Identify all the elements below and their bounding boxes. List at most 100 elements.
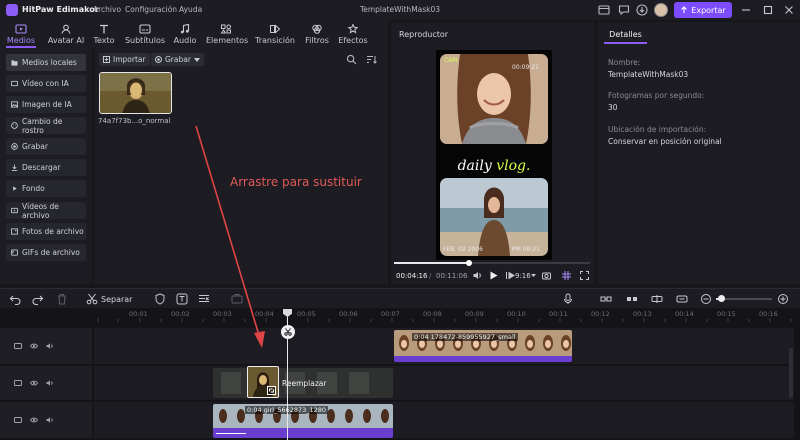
record-dropdown[interactable]: Grabar — [151, 53, 204, 66]
tab-subtitulos[interactable]: Subtítulos — [124, 23, 166, 47]
timeline[interactable]: 00:01 00:02 00:03 00:04 00:05 00:06 00:0… — [0, 308, 800, 440]
tab-texto[interactable]: Texto — [91, 23, 117, 47]
scrubber-progress — [394, 262, 470, 264]
tab-label: Elementos — [206, 36, 249, 45]
sidebar-item-label: Vídeo con IA — [22, 79, 69, 88]
maximize-icon[interactable] — [762, 4, 774, 16]
sidebar-item-gifs-archivo[interactable]: GIFs de archivo — [6, 244, 86, 261]
user-avatar[interactable] — [654, 3, 668, 17]
eye-icon[interactable] — [30, 379, 38, 387]
image-icon — [11, 101, 18, 108]
eye-icon[interactable] — [30, 416, 38, 424]
beach-woman-image — [440, 178, 548, 256]
sidebar-item-videos-archivo[interactable]: Vídeos de archivo — [6, 202, 86, 220]
import-label: Importar — [113, 55, 146, 64]
effects-icon — [347, 24, 359, 34]
video-clip[interactable]: 0:04 178472-859955927_small — [394, 330, 572, 362]
sidebar-item-descargar[interactable]: Descargar — [6, 159, 86, 176]
speaker-icon[interactable] — [46, 416, 54, 424]
redo-icon[interactable] — [32, 293, 44, 305]
microphone-icon[interactable] — [562, 293, 574, 305]
play-icon[interactable] — [489, 271, 498, 280]
speaker-icon[interactable] — [46, 342, 54, 350]
title-bar: HitPaw Edimakor Archivo Configuración Ay… — [0, 0, 800, 20]
import-location-label: Ubicación de importación: — [608, 125, 707, 134]
download-icon[interactable] — [636, 4, 648, 16]
window-icon[interactable] — [598, 4, 610, 16]
tab-avatar-ai[interactable]: Avatar AI — [46, 23, 86, 47]
snapshot-icon[interactable] — [542, 271, 551, 280]
fit-icon[interactable] — [676, 293, 688, 305]
avatar-icon — [60, 24, 72, 34]
import-button[interactable]: Importar — [99, 53, 150, 66]
close-icon[interactable] — [783, 4, 795, 16]
export-button[interactable]: Exportar — [674, 2, 732, 18]
aspect-ratio-select[interactable]: 9:16 — [515, 272, 531, 280]
sidebar-item-grabar[interactable]: Grabar — [6, 138, 86, 155]
scrubber-handle[interactable] — [466, 260, 473, 266]
undo-icon[interactable] — [9, 293, 21, 305]
link-icon[interactable] — [600, 293, 612, 305]
scissors-icon[interactable] — [86, 293, 98, 305]
dragged-thumbnail[interactable] — [247, 366, 279, 398]
ruler-tick: 00:12 — [591, 310, 610, 318]
zoom-slider-handle[interactable] — [718, 295, 725, 302]
tab-elementos[interactable]: Elementos — [206, 23, 249, 47]
ruler-tick: 00:11 — [549, 310, 568, 318]
split-button[interactable]: Separar — [101, 295, 132, 304]
tab-medios[interactable]: Medios — [4, 23, 38, 48]
zoom-in-icon[interactable] — [777, 293, 789, 305]
split-at-playhead-button[interactable] — [281, 325, 295, 339]
menu-configuracion[interactable]: Configuración — [125, 5, 177, 14]
tab-filtros[interactable]: Filtros — [302, 23, 332, 47]
ruler-tick: 00:15 — [717, 310, 736, 318]
search-icon[interactable] — [346, 54, 357, 65]
mona-lisa-image — [100, 73, 171, 113]
sidebar-item-cambio-rostro[interactable]: Cambio de rostro — [6, 117, 86, 135]
eye-icon[interactable] — [30, 342, 38, 350]
sidebar-item-fondo[interactable]: Fondo — [6, 180, 86, 197]
video-preview[interactable]: CAM 00:09:21 daily vlog. FEB. 02 2006 PM… — [436, 50, 552, 260]
ruler-tick: 00:14 — [675, 310, 694, 318]
feedback-icon[interactable] — [618, 4, 630, 16]
tab-detalles[interactable]: Detalles — [604, 26, 647, 44]
menu-ayuda[interactable]: Ayuda — [179, 5, 202, 14]
zoom-out-icon[interactable] — [700, 293, 712, 305]
preview-clip-bottom — [440, 178, 548, 256]
time-separator: / — [429, 272, 432, 280]
track-lane[interactable] — [94, 402, 794, 438]
chevron-down-icon[interactable] — [531, 274, 536, 277]
text-box-icon[interactable] — [176, 293, 188, 305]
sidebar-item-fotos-archivo[interactable]: Fotos de archivo — [6, 223, 86, 240]
media-icon — [15, 24, 27, 34]
volume-icon[interactable] — [473, 271, 482, 280]
merge-icon[interactable] — [626, 293, 638, 305]
tab-audio[interactable]: Audio — [172, 23, 198, 47]
sort-icon[interactable] — [366, 54, 377, 65]
track-lane[interactable] — [94, 366, 794, 400]
overlay-time: PM 09:21 — [512, 246, 540, 253]
music-icon — [179, 24, 191, 34]
menu-archivo[interactable]: Archivo — [93, 5, 121, 14]
minimize-icon[interactable] — [740, 4, 752, 16]
grid-icon[interactable] — [562, 271, 571, 280]
sidebar-item-imagen-ia[interactable]: Imagen de IA — [6, 96, 86, 113]
record-icon — [11, 143, 18, 150]
shield-icon[interactable] — [154, 293, 166, 305]
face-icon — [11, 122, 18, 129]
track-type-icon — [14, 343, 22, 349]
sidebar-item-video-ia[interactable]: Vídeo con IA — [6, 75, 86, 92]
fullscreen-icon[interactable] — [580, 271, 589, 280]
split-track-icon[interactable] — [651, 293, 663, 305]
delete-icon[interactable] — [56, 293, 68, 305]
tab-label: Transición — [255, 36, 295, 45]
speaker-icon[interactable] — [46, 379, 54, 387]
tab-transicion[interactable]: Transición — [254, 23, 296, 47]
timeline-scrollbar[interactable] — [789, 348, 793, 398]
track-header — [0, 366, 92, 400]
media-thumbnail[interactable] — [99, 72, 172, 114]
video-clip[interactable]: 0:04 girl_5662873_1280 — [213, 404, 393, 438]
tab-efectos[interactable]: Efectos — [337, 23, 369, 47]
ruler-tick: 00:08 — [423, 310, 442, 318]
sidebar-item-medios-locales[interactable]: Medios locales — [6, 54, 86, 71]
